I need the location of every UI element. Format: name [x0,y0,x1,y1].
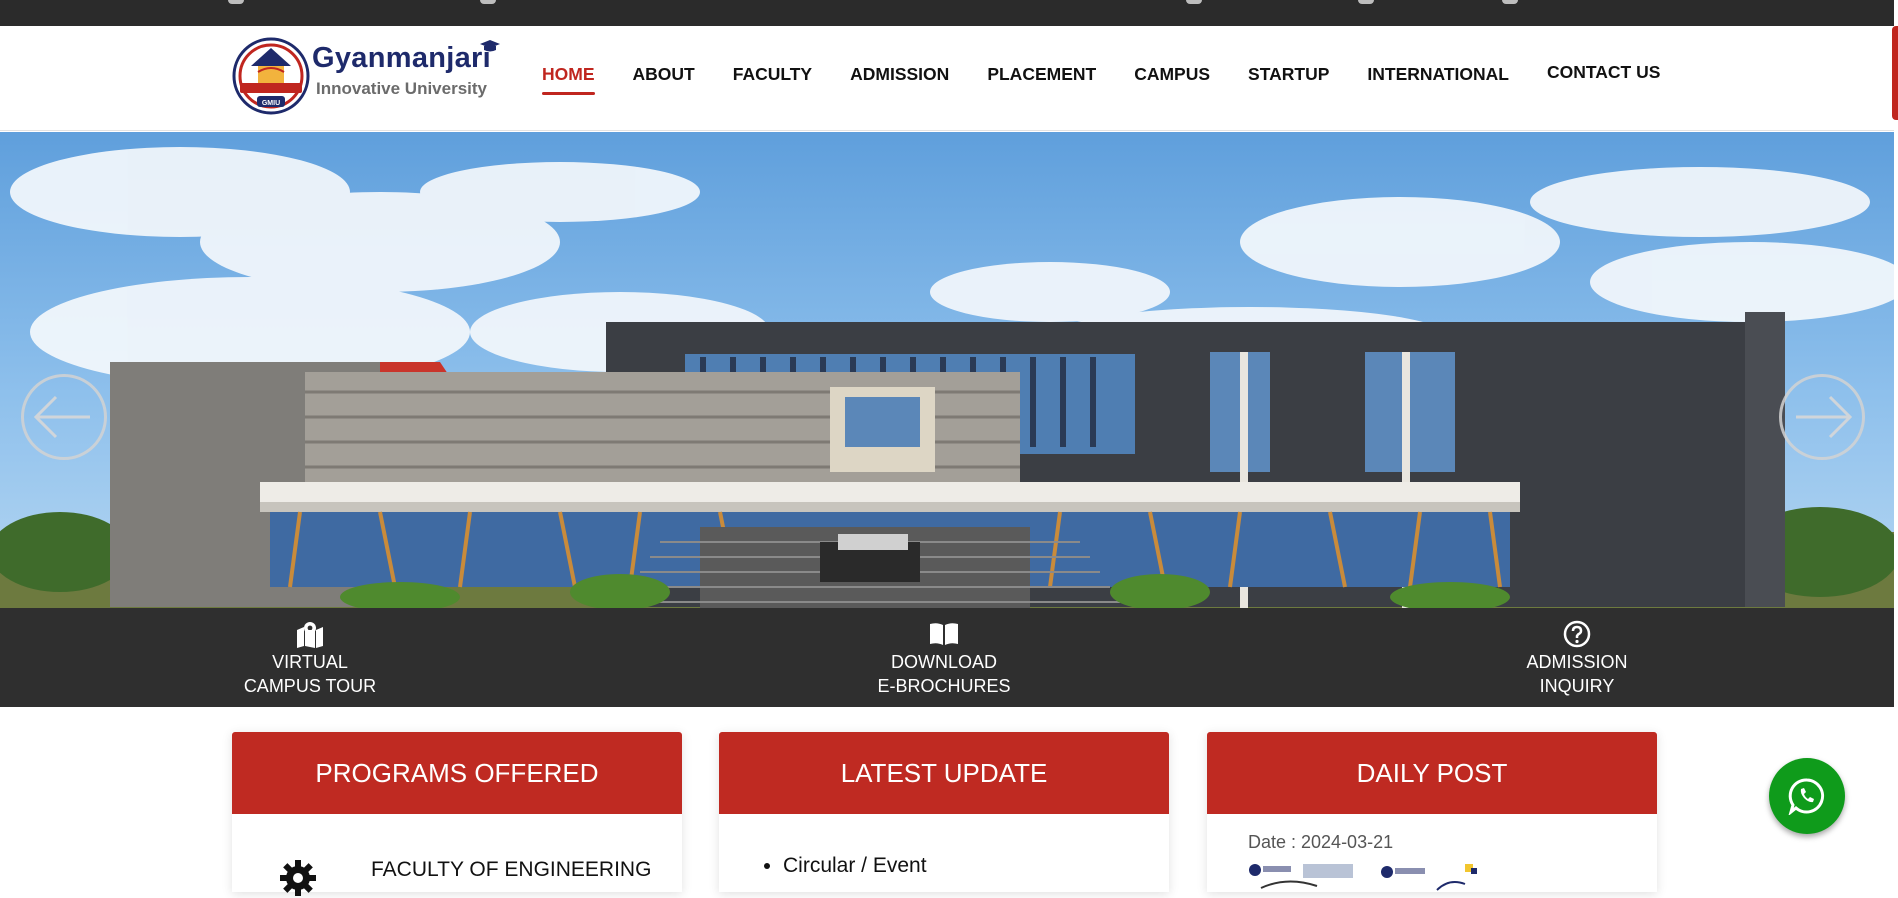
quick-link-line2: INQUIRY [1539,676,1615,696]
faculty-engineering-link[interactable]: FACULTY OF ENGINEERING [371,858,651,882]
site-header: GMIU Gyanmanjari Innovative University H… [0,26,1894,131]
top-info-bar [0,0,1894,26]
main-navigation: HOME ABOUT FACULTY ADMISSION PLACEMENT C… [542,62,1698,95]
emblem-icon: GMIU [232,37,310,115]
virtual-campus-tour-link[interactable]: VIRTUAL CAMPUS TOUR [190,620,430,698]
nav-startup[interactable]: STARTUP [1248,64,1329,85]
nav-admission[interactable]: ADMISSION [850,64,949,85]
arrow-left-icon [33,395,90,439]
emblem-text: GMIU [262,100,280,107]
latest-update-card: LATEST UPDATE Circular / Event [719,732,1169,892]
location-icon[interactable] [1186,0,1202,4]
gear-icon [280,860,316,896]
graduation-cap-icon [480,40,500,52]
scrollbar-thumb[interactable] [1892,26,1898,120]
nav-about[interactable]: ABOUT [633,64,695,85]
card-title: PROGRAMS OFFERED [232,732,682,814]
nav-placement[interactable]: PLACEMENT [987,64,1096,85]
nav-international[interactable]: INTERNATIONAL [1367,64,1509,85]
nav-faculty[interactable]: FACULTY [733,64,812,85]
post-thumbnail[interactable] [1379,862,1489,892]
nav-contact-us[interactable]: CONTACT US [1547,62,1660,85]
download-e-brochures-link[interactable]: DOWNLOAD E-BROCHURES [824,620,1064,698]
question-circle-icon [1563,620,1591,648]
quick-link-line1: VIRTUAL [272,652,348,672]
card-title: DAILY POST [1207,732,1657,814]
nav-home[interactable]: HOME [542,64,595,95]
arrow-right-icon [1796,395,1853,439]
social-icon[interactable] [1358,0,1374,4]
quick-link-line2: E-BROCHURES [877,676,1011,696]
nav-campus[interactable]: CAMPUS [1134,64,1210,85]
email-icon[interactable] [480,0,496,4]
admission-inquiry-link[interactable]: ADMISSION INQUIRY [1457,620,1697,698]
whatsapp-icon [1788,778,1825,815]
quick-link-line2: CAMPUS TOUR [243,676,377,696]
social-icon[interactable] [1502,0,1518,4]
slider-prev-button[interactable] [21,374,107,460]
university-logo[interactable]: GMIU Gyanmanjari Innovative University [232,36,500,118]
quick-link-line1: DOWNLOAD [890,652,997,672]
daily-post-card: DAILY POST Date : 2024-03-21 [1207,732,1657,892]
slider-next-button[interactable] [1779,374,1865,460]
hero-slider [0,132,1894,608]
post-thumbnail[interactable] [1247,862,1357,892]
update-item[interactable]: Circular / Event [783,854,927,878]
quick-link-line1: ADMISSION [1526,652,1628,672]
brand-subtitle: Innovative University [316,79,488,98]
open-book-icon [930,623,958,645]
whatsapp-chat-button[interactable] [1769,758,1845,834]
campus-building-image [0,132,1894,608]
update-list: Circular / Event [755,854,927,878]
card-title: LATEST UPDATE [719,732,1169,814]
phone-icon[interactable] [228,0,244,4]
post-date: Date : 2024-03-21 [1248,832,1394,852]
map-pin-icon [297,622,323,648]
quick-links-bar: VIRTUAL CAMPUS TOUR DOWNLOAD E-BROCHURES… [0,608,1894,707]
brand-name: Gyanmanjari [312,42,491,74]
programs-offered-card: PROGRAMS OFFERED FACULTY OF ENGINEERING [232,732,682,896]
